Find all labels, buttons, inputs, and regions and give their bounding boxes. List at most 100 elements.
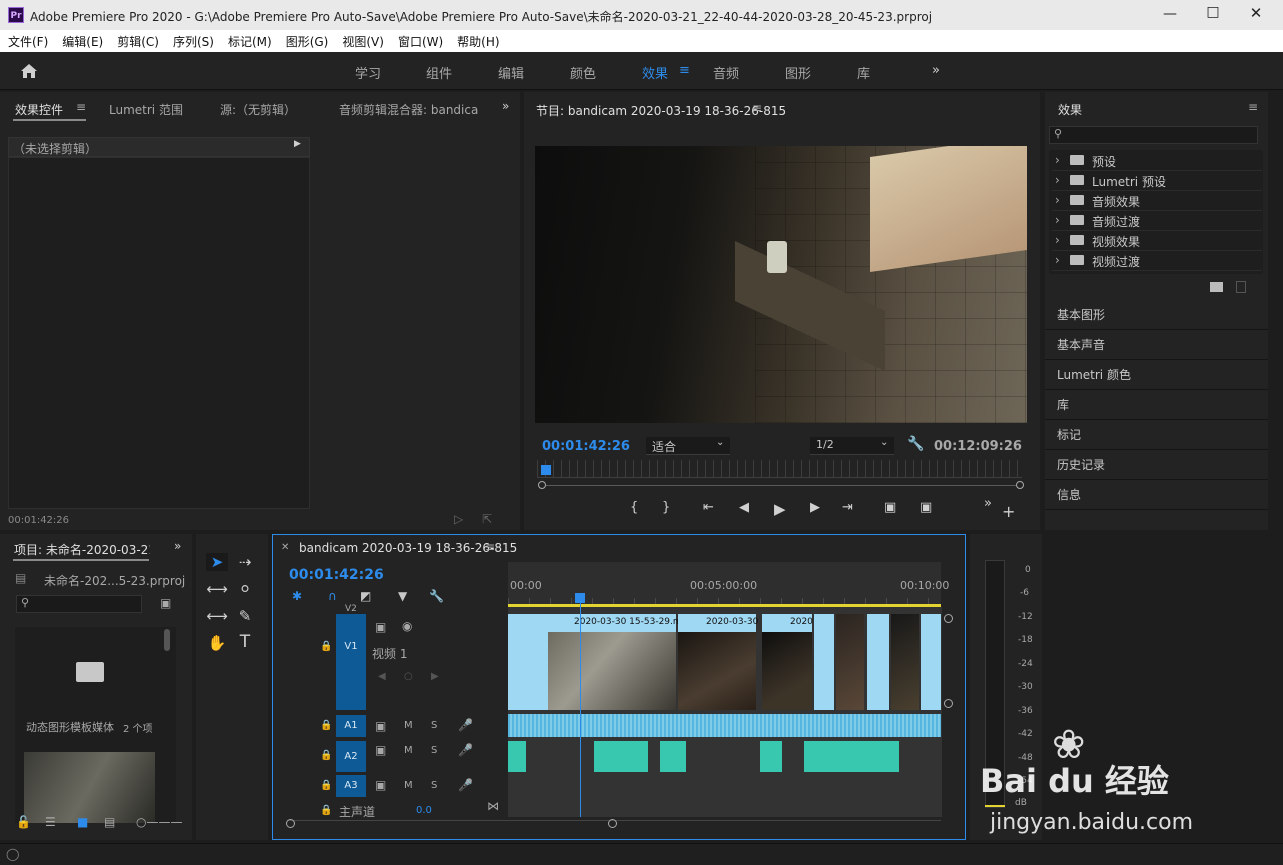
timeline-scroll-thumb-left[interactable] bbox=[286, 819, 295, 828]
wrench-icon[interactable]: 🔧 bbox=[907, 436, 924, 452]
mark-in-icon[interactable]: { bbox=[630, 500, 638, 515]
minimize-button[interactable]: — bbox=[1160, 6, 1180, 22]
effects-folder-video-effects[interactable]: › 视频效果 bbox=[1052, 231, 1262, 251]
step-back-icon[interactable]: ◀ bbox=[739, 500, 749, 515]
a3-lock-icon[interactable]: 🔒 bbox=[320, 780, 332, 791]
new-bin-icon[interactable] bbox=[1210, 282, 1223, 292]
button-editor-overflow-icon[interactable]: » bbox=[984, 496, 992, 511]
panel-essential-sound[interactable]: 基本声音 bbox=[1045, 330, 1268, 360]
tab-effect-controls[interactable]: 效果控件 bbox=[15, 101, 63, 118]
video-clip[interactable]: 2020 bbox=[762, 614, 813, 710]
menu-edit[interactable]: 编辑(E) bbox=[62, 35, 103, 49]
video-clip[interactable] bbox=[891, 614, 919, 710]
a1-lock-icon[interactable]: 🔒 bbox=[320, 720, 332, 731]
timeline-v-scroll-handle[interactable] bbox=[944, 614, 953, 623]
tab-audio-clip-mixer[interactable]: 音频剪辑混合器: bandica bbox=[339, 101, 479, 118]
track-v1-target[interactable]: V1 bbox=[336, 614, 366, 710]
a3-mute-button[interactable]: M bbox=[404, 780, 413, 791]
tab-source[interactable]: 源:（无剪辑） bbox=[220, 101, 296, 118]
effects-folder-audio-transitions[interactable]: › 音频过渡 bbox=[1052, 211, 1262, 231]
a1-film-icon[interactable]: ▣ bbox=[375, 719, 386, 733]
master-toggle-icon[interactable]: ⋈ bbox=[487, 799, 499, 813]
a1-mic-icon[interactable]: 🎤 bbox=[458, 718, 473, 732]
lock-icon[interactable]: 🔓 bbox=[16, 815, 31, 829]
panel-lumetri-color[interactable]: Lumetri 颜色 bbox=[1045, 360, 1268, 390]
a1-solo-button[interactable]: S bbox=[431, 720, 437, 731]
v1-keyframe-add-icon[interactable]: ○ bbox=[404, 671, 413, 682]
timeline-menu-icon[interactable]: ≡ bbox=[485, 540, 495, 554]
audio-clip-a2[interactable] bbox=[508, 741, 526, 772]
go-to-in-icon[interactable]: ⇤ bbox=[703, 500, 714, 515]
v1-keyframe-next-icon[interactable]: ▶ bbox=[431, 671, 439, 682]
workspace-editing[interactable]: 编辑 bbox=[498, 63, 524, 82]
video-clip[interactable]: 2020-03-30 bbox=[678, 614, 758, 710]
ripple-edit-tool-icon[interactable]: ⟷ bbox=[206, 580, 228, 598]
panel-libraries[interactable]: 库 bbox=[1045, 390, 1268, 420]
a2-solo-button[interactable]: S bbox=[431, 745, 437, 756]
effects-folder-video-transitions[interactable]: › 视频过渡 bbox=[1052, 251, 1262, 271]
v1-eye-icon[interactable]: ◉ bbox=[402, 619, 412, 633]
timeline-v-scroll-handle-2[interactable] bbox=[944, 699, 953, 708]
menu-window[interactable]: 窗口(W) bbox=[398, 35, 443, 49]
tab-menu-icon[interactable]: ≡ bbox=[76, 100, 86, 114]
a3-mic-icon[interactable]: 🎤 bbox=[458, 778, 473, 792]
project-overflow-icon[interactable]: » bbox=[174, 539, 181, 553]
a2-mute-button[interactable]: M bbox=[404, 745, 413, 756]
workspace-assembly[interactable]: 组件 bbox=[426, 63, 452, 82]
workspace-learn[interactable]: 学习 bbox=[355, 63, 381, 82]
track-select-tool-icon[interactable]: ⇢ bbox=[234, 553, 256, 571]
audio-clip-a1[interactable] bbox=[508, 714, 941, 737]
program-playhead[interactable] bbox=[541, 465, 551, 475]
step-forward-icon[interactable]: ▶ bbox=[810, 500, 820, 515]
slip-tool-icon[interactable]: ⟷ bbox=[206, 607, 228, 625]
snap-magnet-icon[interactable]: ∩ bbox=[328, 589, 337, 603]
nest-icon[interactable]: ✱ bbox=[292, 589, 302, 603]
video-clip[interactable] bbox=[814, 614, 834, 710]
clip-thumbnail[interactable] bbox=[24, 752, 155, 823]
workspace-audio[interactable]: 音频 bbox=[713, 63, 739, 82]
zoom-slider[interactable]: ○——— bbox=[136, 815, 182, 829]
freeform-view-icon[interactable]: ▤ bbox=[104, 815, 115, 829]
track-a1-target[interactable]: A1 bbox=[336, 715, 366, 737]
timeline-scroll-thumb-right[interactable] bbox=[608, 819, 617, 828]
a2-mic-icon[interactable]: 🎤 bbox=[458, 743, 473, 757]
video-clip[interactable]: 2020-03-30 15-53-29.m bbox=[548, 614, 682, 710]
fit-dropdown[interactable]: 适合 ⌄ bbox=[646, 437, 730, 455]
home-icon[interactable] bbox=[20, 63, 38, 79]
menu-help[interactable]: 帮助(H) bbox=[457, 35, 499, 49]
video-clip[interactable] bbox=[836, 614, 864, 710]
menu-sequence[interactable]: 序列(S) bbox=[173, 35, 214, 49]
more-workspaces-icon[interactable]: » bbox=[932, 63, 940, 78]
menu-clip[interactable]: 剪辑(C) bbox=[117, 35, 159, 49]
panel-overflow-icon[interactable]: » bbox=[502, 99, 509, 113]
menu-file[interactable]: 文件(F) bbox=[8, 35, 48, 49]
export-icon[interactable]: ⇱ bbox=[482, 512, 492, 526]
maximize-button[interactable]: □ bbox=[1203, 4, 1223, 20]
zoom-handle-left[interactable] bbox=[538, 481, 546, 489]
panel-markers[interactable]: 标记 bbox=[1045, 420, 1268, 450]
video-clip[interactable] bbox=[921, 614, 941, 710]
tab-lumetri-scopes[interactable]: Lumetri 范围 bbox=[109, 101, 183, 118]
panel-essential-graphics[interactable]: 基本图形 bbox=[1045, 300, 1268, 330]
extract-icon[interactable]: ▣ bbox=[920, 500, 932, 515]
audio-clip-a2[interactable] bbox=[804, 741, 899, 772]
master-lock-icon[interactable]: 🔒 bbox=[320, 805, 332, 816]
selection-tool-icon[interactable]: ➤ bbox=[206, 553, 228, 571]
project-scrollbar[interactable] bbox=[164, 629, 170, 651]
bin-folder-icon[interactable] bbox=[76, 662, 104, 682]
v1-film-icon[interactable]: ▣ bbox=[375, 620, 386, 634]
timeline-settings-wrench-icon[interactable]: 🔧 bbox=[429, 589, 444, 603]
lift-icon[interactable]: ▣ bbox=[884, 500, 896, 515]
v1-lock-icon[interactable]: 🔒 bbox=[320, 641, 332, 652]
panel-info[interactable]: 信息 bbox=[1045, 480, 1268, 510]
effects-folder-presets[interactable]: › 预设 bbox=[1052, 151, 1262, 171]
mark-out-icon[interactable]: } bbox=[662, 500, 670, 515]
a2-lock-icon[interactable]: 🔒 bbox=[320, 750, 332, 761]
panel-history[interactable]: 历史记录 bbox=[1045, 450, 1268, 480]
a2-film-icon[interactable]: ▣ bbox=[375, 743, 386, 757]
workspace-libraries[interactable]: 库 bbox=[857, 63, 870, 82]
effects-folder-audio-effects[interactable]: › 音频效果 bbox=[1052, 191, 1262, 211]
workspace-color[interactable]: 颜色 bbox=[570, 63, 596, 82]
audio-clip-a2[interactable] bbox=[760, 741, 782, 772]
program-menu-icon[interactable]: ≡ bbox=[752, 101, 762, 115]
